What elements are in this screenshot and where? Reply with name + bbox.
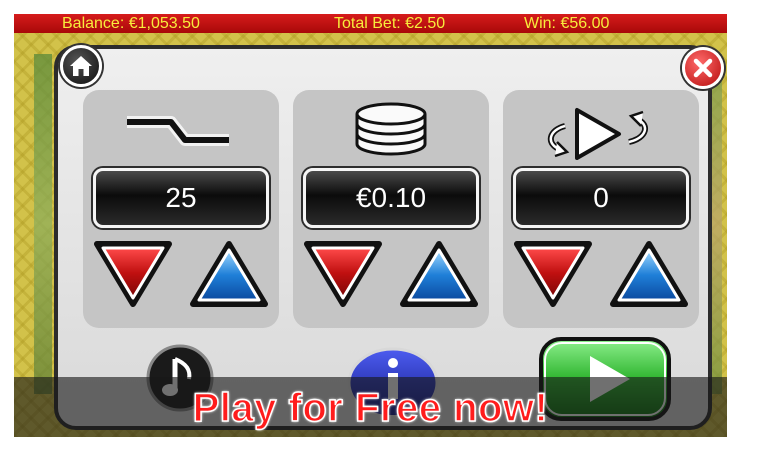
game-frame: Balance: €1,053.50 Total Bet: €2.50 Win:… xyxy=(14,14,727,437)
total-bet-text: Total Bet: €2.50 xyxy=(334,15,446,32)
close-button[interactable] xyxy=(682,47,724,89)
coin-value-panel: €0.10 xyxy=(293,90,489,328)
balance-text: Balance: €1,053.50 xyxy=(62,15,200,32)
coin-decrease-button[interactable] xyxy=(301,238,385,310)
lines-increase-button[interactable] xyxy=(187,238,271,310)
home-icon xyxy=(70,56,92,76)
autoplay-icon xyxy=(548,108,648,160)
autoplay-panel: 0 xyxy=(503,90,699,328)
top-info-bar: Balance: €1,053.50 Total Bet: €2.50 Win:… xyxy=(14,14,727,33)
autoplay-decrease-button[interactable] xyxy=(511,238,595,310)
background-foliage-left xyxy=(34,54,52,394)
coin-value: €0.10 xyxy=(303,168,479,228)
home-button[interactable] xyxy=(60,45,102,87)
paylines-icon xyxy=(127,116,229,146)
win-text: Win: €56.00 xyxy=(524,15,610,32)
close-icon xyxy=(693,58,713,78)
autoplay-value: 0 xyxy=(513,168,689,228)
coin-increase-button[interactable] xyxy=(397,238,481,310)
lines-value: 25 xyxy=(93,168,269,228)
lines-decrease-button[interactable] xyxy=(91,238,175,310)
autoplay-increase-button[interactable] xyxy=(607,238,691,310)
lines-panel: 25 xyxy=(83,90,279,328)
coin-stack-icon xyxy=(355,102,427,156)
promo-banner-text[interactable]: Play for Free now! xyxy=(14,385,727,431)
